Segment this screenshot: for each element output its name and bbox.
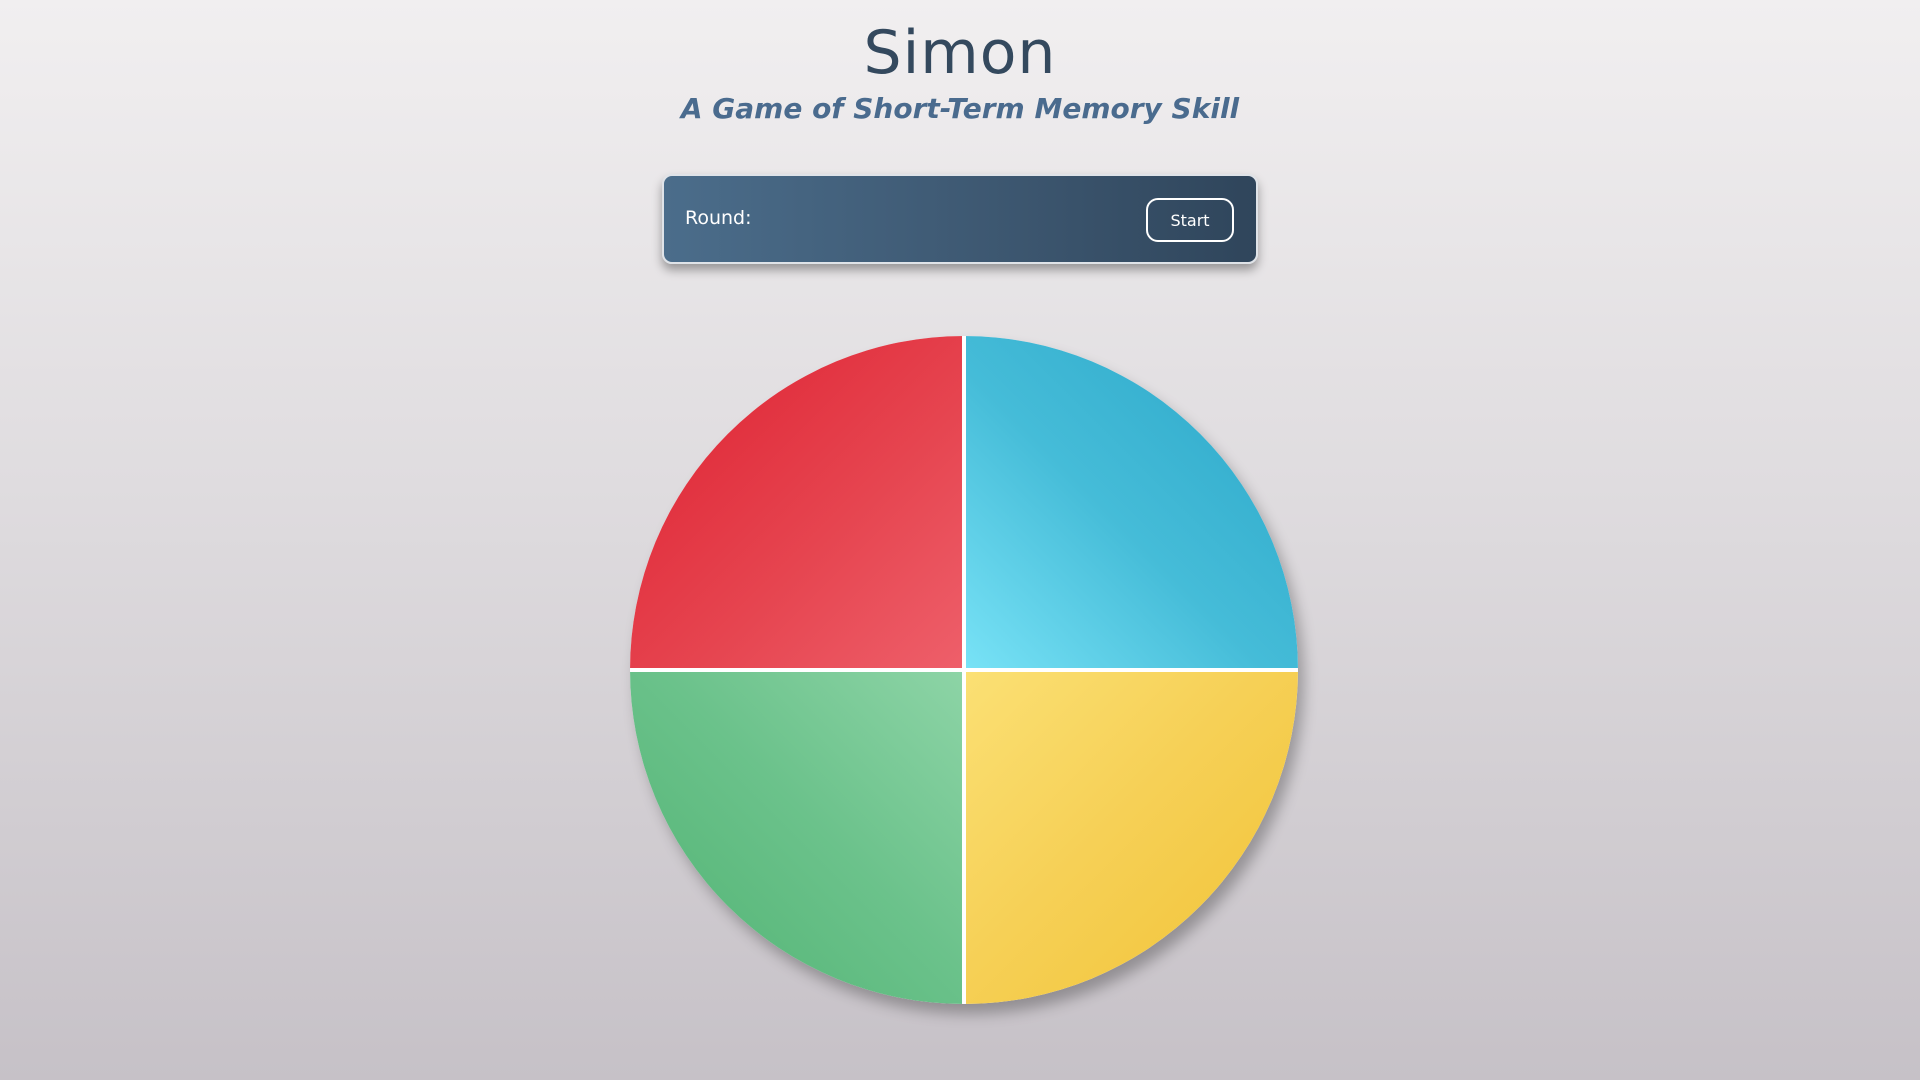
simon-board bbox=[630, 336, 1298, 1004]
blue-pad[interactable] bbox=[966, 336, 1298, 668]
start-button[interactable]: Start bbox=[1146, 198, 1234, 242]
control-panel: Round: Start bbox=[662, 174, 1258, 264]
red-pad[interactable] bbox=[630, 336, 962, 668]
round-label: Round: bbox=[685, 207, 752, 229]
game-subtitle: A Game of Short-Term Memory Skill bbox=[680, 92, 1240, 125]
yellow-pad[interactable] bbox=[966, 672, 1298, 1004]
game-title: Simon bbox=[863, 18, 1057, 88]
green-pad[interactable] bbox=[630, 672, 962, 1004]
